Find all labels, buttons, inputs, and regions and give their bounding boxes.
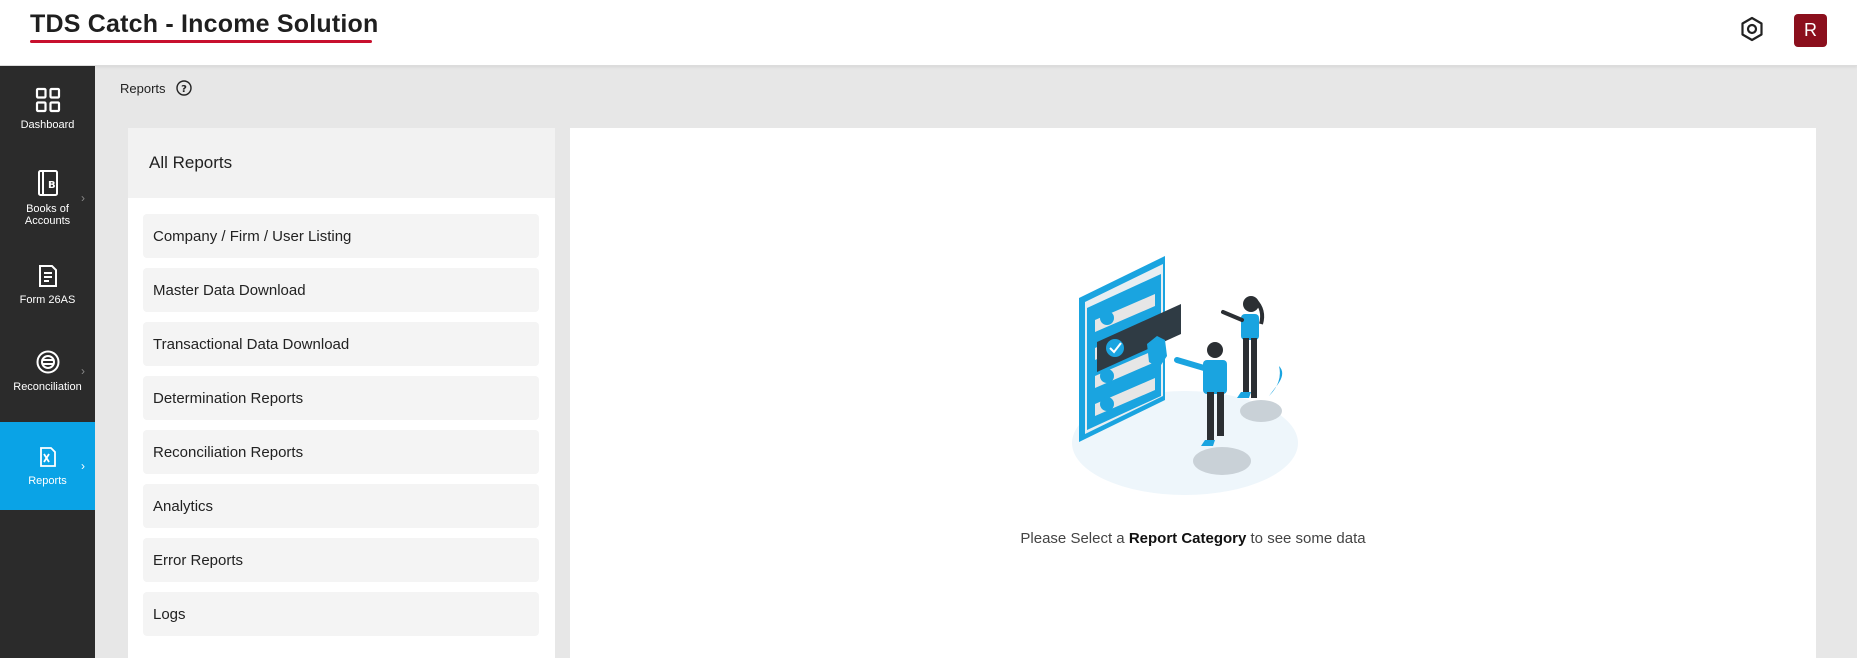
excel-icon [36, 445, 60, 469]
sidebar-item-label: Reports [28, 475, 67, 487]
sidebar-item-label: Dashboard [20, 119, 75, 131]
hexagon-settings-icon [1738, 15, 1766, 48]
reconcile-icon [33, 349, 63, 375]
sidebar-item-form-26as[interactable]: Form 26AS [0, 244, 95, 326]
help-icon[interactable]: ? [175, 80, 192, 96]
report-item-master-data[interactable]: Master Data Download [143, 268, 539, 312]
report-item-transactional-data[interactable]: Transactional Data Download [143, 322, 539, 366]
report-item-reconciliation[interactable]: Reconciliation Reports [143, 430, 539, 474]
form-icon [37, 264, 59, 288]
report-item-analytics[interactable]: Analytics [143, 484, 539, 528]
report-item-determination[interactable]: Determination Reports [143, 376, 539, 420]
all-reports-header: All Reports [128, 128, 555, 198]
breadcrumb: Reports ? [120, 80, 192, 96]
page-title: Reports [120, 80, 166, 96]
user-avatar[interactable]: R [1794, 14, 1827, 47]
empty-msg-prefix: Please Select a [1020, 530, 1129, 547]
sidebar-item-label: Reconciliation [13, 381, 82, 393]
svg-text:B: B [48, 180, 56, 191]
empty-state-illustration [1065, 248, 1305, 513]
chevron-right-icon: › [81, 364, 85, 378]
app-title: TDS Catch - Income Solution [30, 10, 379, 38]
sidebar-item-dashboard[interactable]: Dashboard [0, 66, 95, 152]
report-item-error-reports[interactable]: Error Reports [143, 538, 539, 582]
sidebar-item-label: Form 26AS [19, 294, 76, 306]
report-content-panel: Please Select a Report Category to see s… [570, 128, 1816, 658]
grid-icon [35, 87, 61, 113]
sidebar-nav: Dashboard B Books of Accounts › Form 26A… [0, 66, 95, 658]
empty-msg-bold: Report Category [1128, 530, 1247, 547]
book-icon: B [36, 169, 60, 197]
top-header: TDS Catch - Income Solution R [0, 0, 1857, 66]
sidebar-item-books-of-accounts[interactable]: B Books of Accounts › [0, 152, 95, 244]
report-item-logs[interactable]: Logs [143, 592, 539, 636]
svg-text:?: ? [181, 84, 187, 95]
report-category-panel: All Reports Company / Firm / User Listin… [128, 128, 555, 658]
title-underline [30, 40, 372, 43]
sidebar-item-label: Books of Accounts [24, 203, 71, 227]
chevron-right-icon: › [81, 459, 85, 473]
empty-state-message: Please Select a Report Category to see s… [570, 530, 1816, 547]
empty-msg-suffix: to see some data [1246, 530, 1366, 547]
report-item-company-listing[interactable]: Company / Firm / User Listing [143, 214, 539, 258]
chevron-right-icon: › [81, 191, 85, 205]
settings-button[interactable] [1735, 14, 1769, 48]
sidebar-item-reports[interactable]: Reports › [0, 422, 95, 510]
sidebar-item-reconciliation[interactable]: Reconciliation › [0, 326, 95, 416]
